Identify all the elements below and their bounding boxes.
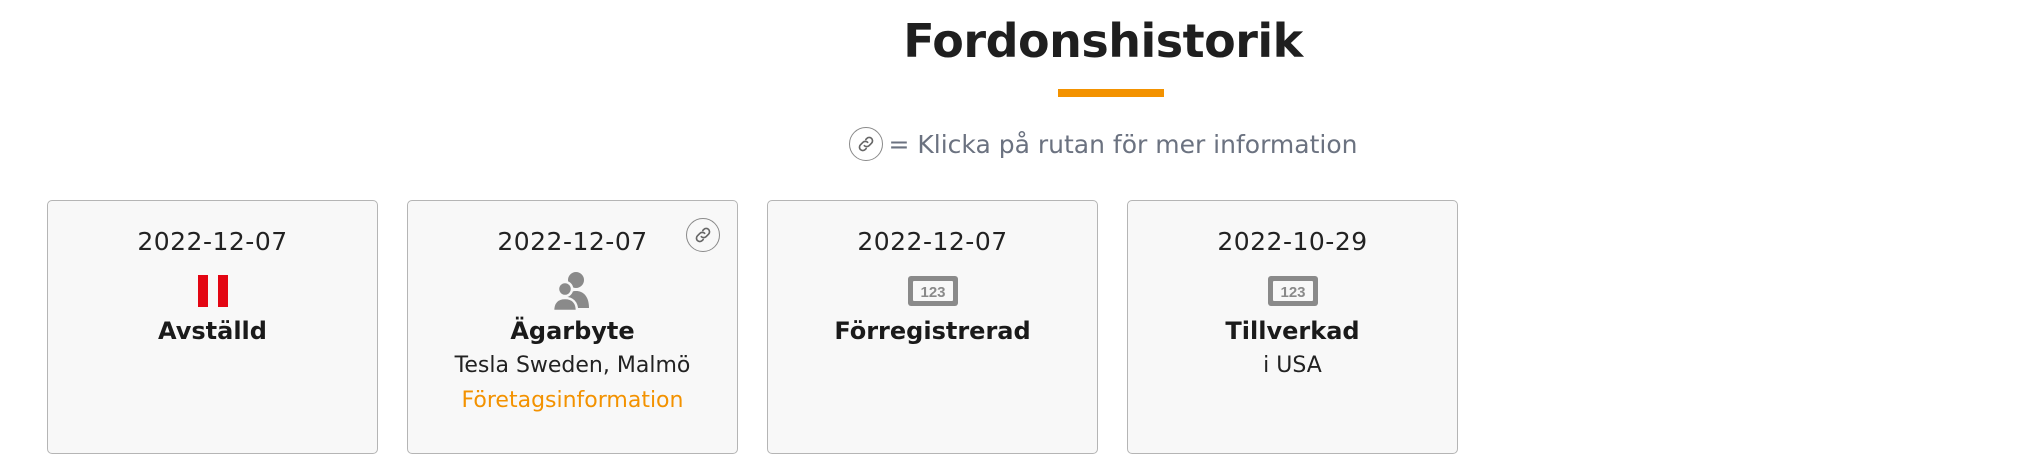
company-info-link[interactable]: Företagsinformation [462,388,684,413]
link-icon [848,127,883,161]
vehicle-history-section: Fordonshistorik = Klicka på rutan för me… [0,0,2026,475]
page-title: Fordonshistorik [903,14,1303,68]
event-label: Förregistrerad [834,317,1031,345]
history-card-tillverkad[interactable]: 2022-10-29 123 Tillverkad i USA [1127,200,1458,454]
history-card-avstalld[interactable]: 2022-12-07 Avställd [47,200,378,454]
event-label: Avställd [158,317,267,345]
svg-text:123: 123 [920,284,945,301]
history-card-agarbyte[interactable]: 2022-12-07 Ägarbyte Tesla Sweden, Malmö … [407,200,738,454]
legend: = Klicka på rutan för mer information [0,126,2026,162]
event-detail: i USA [1263,353,1322,378]
event-label: Ägarbyte [510,317,635,345]
pause-icon [197,275,228,307]
event-date: 2022-12-07 [137,227,288,256]
owner-name: Tesla Sweden, Malmö [454,353,691,378]
event-date: 2022-10-29 [1217,227,1368,256]
owners-icon [551,272,589,312]
license-plate-icon: 123 [1267,276,1318,306]
history-card-forregistrerad[interactable]: 2022-12-07 123 Förregistrerad [767,200,1098,454]
event-date: 2022-12-07 [857,227,1008,256]
legend-text: = Klicka på rutan för mer information [888,129,1358,159]
history-cards: 2022-12-07 Avställd 2022-12-07 Ägarbyte … [47,200,1458,454]
license-plate-icon: 123 [907,276,958,306]
event-label: Tillverkad [1225,317,1360,345]
title-underline [1058,89,1164,97]
svg-text:123: 123 [1280,284,1305,301]
link-icon [686,218,720,252]
